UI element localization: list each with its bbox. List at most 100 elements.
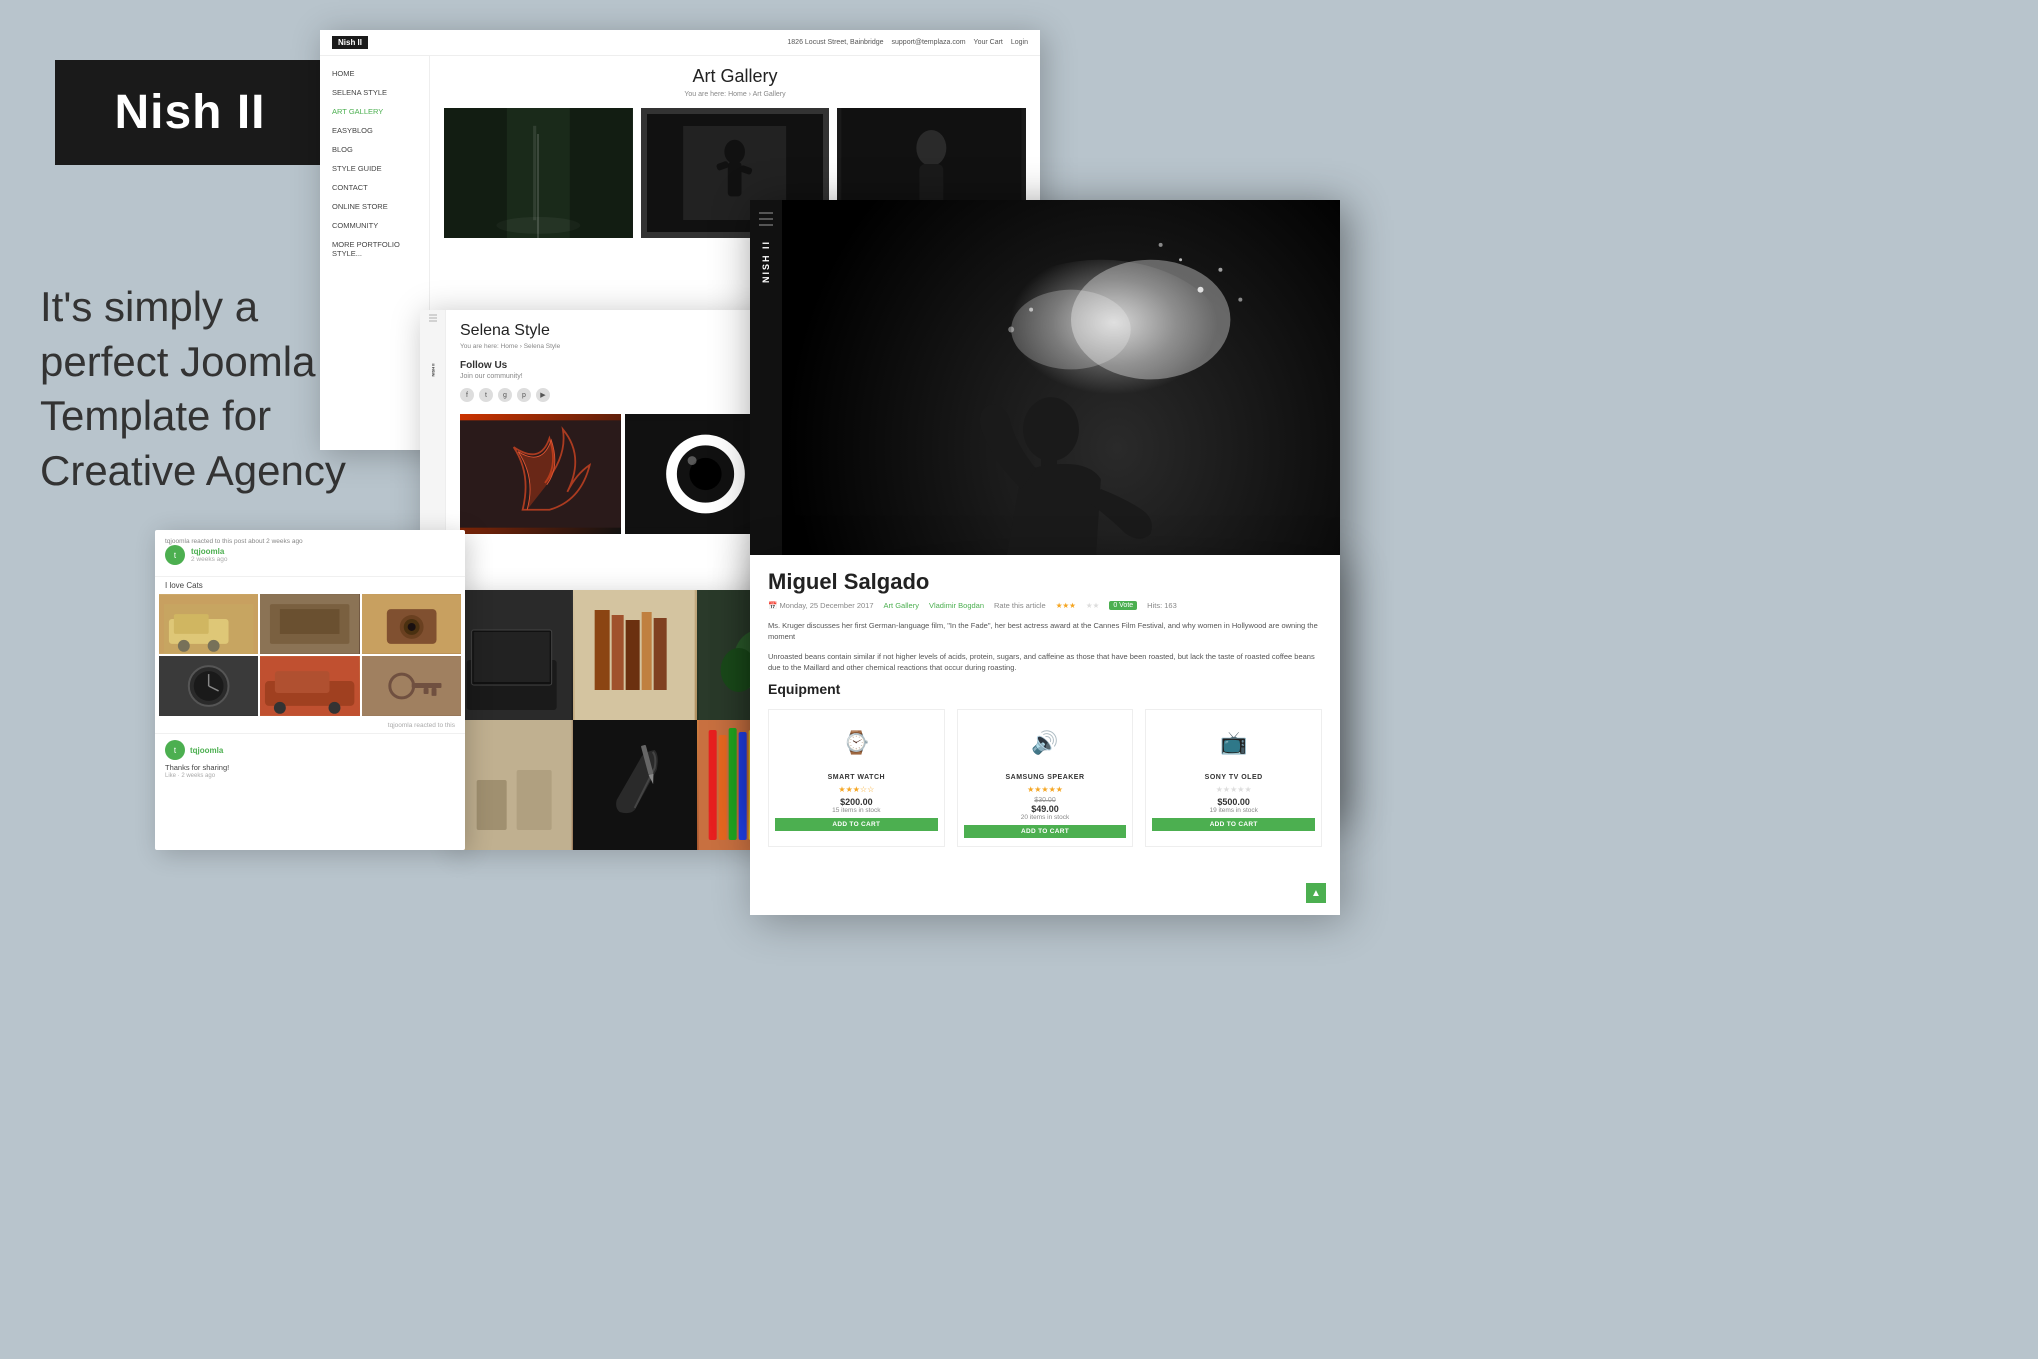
menu-line-2 [759,218,773,220]
art-product-2-btn[interactable]: ADD TO CART [964,825,1127,838]
social-google[interactable]: g [498,388,512,402]
nav-community[interactable]: COMMUNITY [320,216,429,235]
community-photo-3 [362,594,461,654]
article-category: Art Gallery [884,601,919,610]
tagline-line2: perfect Joomla [40,338,315,385]
store-item-2 [573,590,696,720]
nav-selena[interactable]: SELENA STYLE [320,83,429,102]
gallery-breadcrumb: You are here: Home › Art Gallery [444,91,1026,98]
art-product-3-stars: ★★★★★ [1152,785,1315,794]
community-footer: t tqjoomla Thanks for sharing! Like · 2 … [155,733,465,785]
article-body-2: Unroasted beans contain similar if not h… [768,651,1322,674]
art-product-1-img: ⌚ [775,718,938,768]
art-product-2-price: $49.00 [964,804,1127,814]
store-item-5 [573,720,696,850]
community-avatar: t [165,545,185,565]
article-date: 📅 Monday, 25 December 2017 [768,601,874,610]
dark-logo-vertical: NISH II [761,240,771,283]
gallery-page-title: Art Gallery [444,66,1026,87]
article-stars: ★★★ [1056,601,1076,610]
gallery-item-1: Simon Matzin Art Gallery · Vladimir Bogd… [444,108,633,238]
art-product-3: 📺 Sony TV OLED ★★★★★ $500.00 19 items in… [1145,709,1322,847]
social-pinterest[interactable]: p [517,388,531,402]
community-username: tqjoomla [191,547,228,556]
article-meta: 📅 Monday, 25 December 2017 Art Gallery V… [768,601,1322,610]
gallery-email: support@templaza.com [892,39,966,46]
nav-easyblog[interactable]: EASYBLOG [320,121,429,140]
community-footer-username: tqjoomla [190,746,223,755]
selena-gallery-item-1 [460,414,621,534]
article-equipment-title: Equipment [768,681,1322,697]
gallery-login: Login [1011,39,1028,46]
brand-name: Nish II [114,85,265,140]
art-product-3-img: 📺 [1152,718,1315,768]
store-item-4 [450,720,573,850]
art-product-3-name: Sony TV OLED [1152,774,1315,781]
community-photo-6 [362,656,461,716]
community-photo-5 [260,656,359,716]
art-product-3-stock: 19 items in stock [1152,807,1315,814]
article-vote-badge: 0 Vote [1109,601,1137,610]
tagline-line4: Creative Agency [40,447,346,494]
social-twitter[interactable]: t [479,388,493,402]
art-product-3-btn[interactable]: ADD TO CART [1152,818,1315,831]
store-item-1 [450,590,573,720]
nav-style-guide[interactable]: STYLE GUIDE [320,159,429,178]
art-product-2-stock: 20 items in stock [964,814,1127,821]
scroll-to-top-button[interactable]: ▲ [1306,883,1326,903]
article-author: Miguel Salgado [768,569,1322,595]
gallery-logo: Nish II [332,36,368,49]
community-react-text: tqjoomla reacted to this post about 2 we… [165,538,455,545]
art-product-1-price: $200.00 [775,797,938,807]
social-icons-row: f t g p ▶ [460,388,786,402]
selena-breadcrumb: You are here: Home › Selena Style [460,343,786,350]
social-facebook[interactable]: f [460,388,474,402]
art-product-1-btn[interactable]: ADD TO CART [775,818,938,831]
gallery-address: 1826 Locust Street, Bainbridge [787,39,883,46]
community-react-label: tqjoomla reacted to this [155,722,465,733]
selena-gallery-grid [460,414,786,534]
article-products: ⌚ Smart Watch ★★★☆☆ $200.00 15 items in … [768,709,1322,847]
menu-line-3 [759,224,773,226]
nav-gallery[interactable]: ART GALLERY [320,102,429,121]
menu-line-1 [759,212,773,214]
community-footer-time: Like · 2 weeks ago [165,773,455,779]
community-footer-avatar: t [165,740,185,760]
gallery-cart: Your Cart [974,39,1003,46]
selena-main: Selena Style You are here: Home › Selena… [446,310,800,546]
community-user-info: tqjoomla 2 weeks ago [191,547,228,563]
logo-box: Nish II [55,60,325,165]
article-author-link: Vladimir Bogdan [929,601,984,610]
art-product-2-old-price: $30.00 [964,797,1127,804]
art-product-2-stars: ★★★★★ [964,785,1127,794]
gallery-topbar: Nish II 1826 Locust Street, Bainbridge s… [320,30,1040,56]
article-screenshot: Miguel Salgado 📅 Monday, 25 December 201… [750,555,1340,915]
art-product-1-stock: 15 items in stock [775,807,938,814]
art-product-2-name: Samsung Speaker [964,774,1127,781]
nav-contact[interactable]: CONTACT [320,178,429,197]
community-photo-1 [159,594,258,654]
social-youtube[interactable]: ▶ [536,388,550,402]
nav-more[interactable]: MORE PORTFOLIO STYLE... [320,235,429,263]
community-footer-text: Thanks for sharing! [165,763,455,772]
art-product-1-name: Smart Watch [775,774,938,781]
art-product-2-img: 🔊 [964,718,1127,768]
gallery-topbar-right: 1826 Locust Street, Bainbridge support@t… [787,39,1028,46]
community-photo-4 [159,656,258,716]
community-photo-grid [155,594,465,716]
community-footer-user-row: t tqjoomla [165,740,455,760]
nav-store[interactable]: ONLINE STORE [320,197,429,216]
tagline-line3: Template for [40,392,271,439]
nav-home[interactable]: HOME [320,64,429,83]
community-time: 2 weeks ago [191,556,228,563]
nav-blog[interactable]: BLOG [320,140,429,159]
art-product-2: 🔊 Samsung Speaker ★★★★★ $30.00 $49.00 20… [957,709,1134,847]
follow-title: Follow Us [460,360,786,371]
follow-sub: Join our community! [460,373,786,380]
svg-text:NISH II: NISH II [431,364,436,377]
community-footer-info: tqjoomla [190,746,223,755]
article-body-1: Ms. Kruger discusses her first German-la… [768,620,1322,643]
community-header: tqjoomla reacted to this post about 2 we… [155,530,465,577]
article-rate-label: Rate this article [994,601,1046,610]
community-caption: I love Cats [155,577,465,594]
